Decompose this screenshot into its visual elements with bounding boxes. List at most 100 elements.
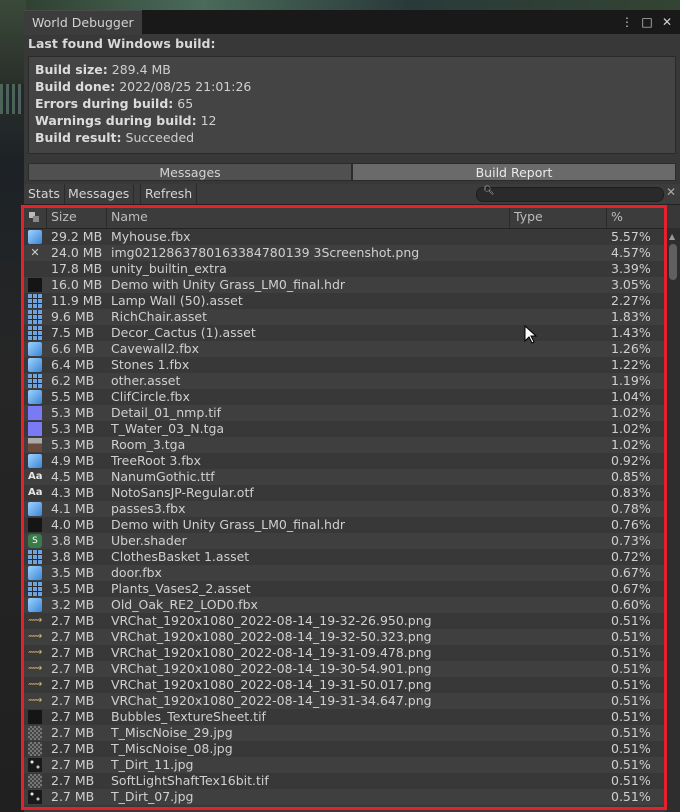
table-row[interactable]: ⟿ 2.7 MB VRChat_1920x1080_2022-08-14_19-30… — [24, 661, 666, 677]
row-size: 9.6 MB — [51, 309, 95, 324]
row-percent: 0.51% — [611, 757, 651, 772]
png-icon: ⟿ — [28, 631, 43, 642]
table-row[interactable]: Aa 4.5 MB NanumGothic.ttf 0.85% — [24, 469, 666, 485]
table-row[interactable]: 16.0 MB Demo with Unity Grass_LM0_final.h… — [24, 277, 666, 293]
row-percent: 0.51% — [611, 613, 651, 628]
row-name: TreeRoot 3.fbx — [111, 453, 201, 468]
sparkle-icon: ✕ — [30, 246, 40, 259]
column-type-icon — [29, 212, 39, 222]
table-row[interactable]: ⟿ 2.7 MB VRChat_1920x1080_2022-08-14_19-31… — [24, 677, 666, 693]
table-row[interactable]: ⟿ 2.7 MB VRChat_1920x1080_2022-08-14_19-32… — [24, 629, 666, 645]
asset-icon — [28, 550, 42, 564]
table-row[interactable]: 2.7 MB SoftLightShaftTex16bit.tif 0.51% — [24, 773, 666, 789]
table-row[interactable]: 29.2 MB Myhouse.fbx 5.57% — [24, 229, 666, 245]
row-percent: 1.43% — [611, 325, 651, 340]
build-done-value: 2022/08/25 21:01:26 — [119, 79, 252, 94]
row-size: 6.2 MB — [51, 373, 95, 388]
table-row[interactable]: 3.8 MB ClothesBasket 1.asset 0.72% — [24, 549, 666, 565]
table-row[interactable]: 2.7 MB T_MiscNoise_29.jpg 0.51% — [24, 725, 666, 741]
table-row[interactable]: 6.2 MB other.asset 1.19% — [24, 373, 666, 389]
more-options-icon[interactable]: ⋮ — [620, 15, 634, 29]
table-row[interactable]: S 3.8 MB Uber.shader 0.73% — [24, 533, 666, 549]
table-row[interactable]: 5.5 MB ClifCircle.fbx 1.04% — [24, 389, 666, 405]
build-done-label: Build done: — [35, 79, 116, 94]
row-name: Room_3.tga — [111, 437, 186, 452]
png-icon: ⟿ — [28, 679, 43, 690]
row-name: T_MiscNoise_08.jpg — [111, 741, 233, 756]
table-row[interactable]: ⟿ 2.7 MB VRChat_1920x1080_2022-08-14_19-31… — [24, 645, 666, 661]
view-toggle: Messages Build Report — [28, 163, 676, 181]
table-row[interactable]: 3.5 MB door.fbx 0.67% — [24, 565, 666, 581]
row-size: 2.7 MB — [51, 693, 95, 708]
row-name: Demo with Unity Grass_LM0_final.hdr — [111, 277, 346, 292]
row-size: 5.3 MB — [51, 405, 95, 420]
row-name: Demo with Unity Grass_LM0_final.hdr — [111, 517, 346, 532]
messages-toggle-button[interactable]: Messages — [28, 163, 352, 181]
table-row[interactable]: 4.1 MB passes3.fbx 0.78% — [24, 501, 666, 517]
percent-column-header[interactable]: % — [607, 206, 666, 228]
background-scene-detail — [0, 84, 26, 114]
row-percent: 1.02% — [611, 405, 651, 420]
table-row[interactable]: 3.2 MB Old_Oak_RE2_LOD0.fbx 0.60% — [24, 597, 666, 613]
row-percent: 1.22% — [611, 357, 651, 372]
table-row[interactable]: 6.4 MB Stones 1.fbx 1.22% — [24, 357, 666, 373]
table-row[interactable]: 4.0 MB Demo with Unity Grass_LM0_final.hd… — [24, 517, 666, 533]
table-row[interactable]: 5.3 MB T_Water_03_N.tga 1.02% — [24, 421, 666, 437]
type-column-header[interactable]: Type — [510, 206, 607, 228]
row-name: Detail_01_nmp.tif — [111, 405, 222, 420]
table-row[interactable]: 17.8 MB unity_builtin_extra 3.39% — [24, 261, 666, 277]
row-size: 3.5 MB — [51, 565, 95, 580]
table-row[interactable]: 5.3 MB Detail_01_nmp.tif 1.02% — [24, 405, 666, 421]
table-row[interactable]: 6.6 MB Cavewall2.fbx 1.26% — [24, 341, 666, 357]
close-icon[interactable]: ✕ — [660, 15, 674, 29]
table-row[interactable]: 11.9 MB Lamp Wall (50).asset 2.27% — [24, 293, 666, 309]
texture-icon — [28, 406, 42, 420]
row-size: 2.7 MB — [51, 789, 95, 804]
row-size: 6.4 MB — [51, 357, 95, 372]
stats-button[interactable]: Stats — [24, 184, 65, 204]
row-name: NanumGothic.ttf — [111, 469, 215, 484]
table-row[interactable]: 7.5 MB Decor_Cactus (1).asset 1.43% — [24, 325, 666, 341]
build-done-row: Build done: 2022/08/25 21:01:26 — [35, 78, 669, 95]
row-percent: 0.51% — [611, 677, 651, 692]
maximize-icon[interactable]: □ — [640, 15, 654, 29]
row-name: T_MiscNoise_29.jpg — [111, 725, 233, 740]
dirt-icon — [28, 758, 42, 772]
scrollbar-thumb[interactable] — [669, 244, 677, 280]
messages-button[interactable]: Messages — [64, 184, 135, 204]
table-row[interactable]: 9.6 MB RichChair.asset 1.83% — [24, 309, 666, 325]
window-tab[interactable]: World Debugger — [24, 10, 142, 35]
row-percent: 0.92% — [611, 453, 651, 468]
table-row[interactable]: 2.7 MB Bubbles_TextureSheet.tif 0.51% — [24, 709, 666, 725]
row-percent: 0.51% — [611, 725, 651, 740]
build-report-toggle-button[interactable]: Build Report — [352, 163, 676, 181]
window-title: World Debugger — [32, 15, 134, 30]
table-row[interactable]: 4.9 MB TreeRoot 3.fbx 0.92% — [24, 453, 666, 469]
row-size: 3.8 MB — [51, 533, 95, 548]
row-name: VRChat_1920x1080_2022-08-14_19-31-09.478… — [111, 645, 432, 660]
mesh-icon — [28, 598, 42, 612]
row-percent: 1.26% — [611, 341, 651, 356]
noise-icon — [28, 742, 42, 756]
search-input[interactable]: 🔍︎ — [476, 186, 664, 202]
table-row[interactable]: 5.3 MB Room_3.tga 1.02% — [24, 437, 666, 453]
table-row[interactable]: 2.7 MB T_Dirt_07.jpg 0.51% — [24, 789, 666, 805]
row-percent: 0.51% — [611, 789, 651, 804]
row-size: 4.0 MB — [51, 517, 95, 532]
table-row[interactable]: Aa 4.3 MB NotoSansJP-Regular.otf 0.83% — [24, 485, 666, 501]
row-size: 2.7 MB — [51, 661, 95, 676]
list-scrollbar[interactable]: ▲ — [666, 228, 680, 812]
row-percent: 1.02% — [611, 437, 651, 452]
search-clear-icon[interactable]: ✕ — [666, 185, 676, 199]
table-row[interactable]: 3.5 MB Plants_Vases2_2.asset 0.67% — [24, 581, 666, 597]
scroll-up-icon[interactable]: ▲ — [669, 232, 675, 241]
type-icon-column-header[interactable] — [24, 206, 47, 228]
table-row[interactable]: ⟿ 2.7 MB VRChat_1920x1080_2022-08-14_19-31… — [24, 693, 666, 709]
table-row[interactable]: ⟿ 2.7 MB VRChat_1920x1080_2022-08-14_19-32… — [24, 613, 666, 629]
table-row[interactable]: ✕ 24.0 MB img0212863780163384780139 3Scree… — [24, 245, 666, 261]
table-row[interactable]: 2.7 MB T_MiscNoise_08.jpg 0.51% — [24, 741, 666, 757]
table-row[interactable]: 2.7 MB T_Dirt_11.jpg 0.51% — [24, 757, 666, 773]
refresh-button[interactable]: Refresh — [140, 184, 198, 204]
name-column-header[interactable]: Name — [107, 206, 510, 228]
size-column-header[interactable]: Size — [47, 206, 107, 228]
